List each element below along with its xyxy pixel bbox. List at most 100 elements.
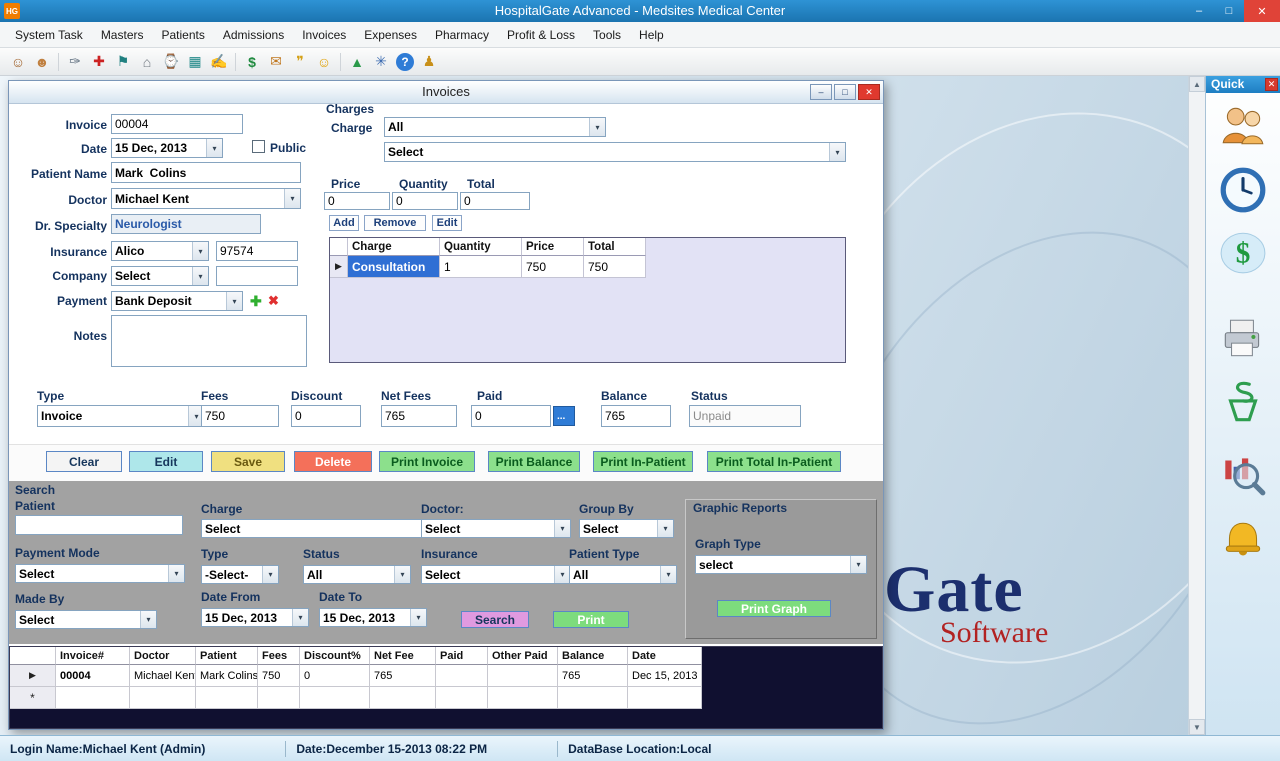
quantity-field[interactable] — [392, 192, 458, 210]
user-up-icon[interactable]: ♟ — [418, 51, 440, 73]
minimize-button[interactable]: – — [1184, 0, 1214, 22]
menu-admissions[interactable]: Admissions — [214, 24, 293, 46]
chevron-down-icon[interactable] — [206, 139, 222, 157]
col-net-fee[interactable]: Net Fee — [370, 647, 436, 665]
print-balance-button[interactable]: Print Balance — [488, 451, 580, 472]
quick-reminder-button[interactable] — [1218, 518, 1268, 568]
invoice-number-field[interactable] — [111, 114, 243, 134]
chevron-down-icon[interactable] — [192, 242, 208, 260]
payment-combobox[interactable]: Bank Deposit — [111, 291, 243, 311]
edit-button[interactable]: Edit — [129, 451, 203, 472]
chevron-down-icon[interactable] — [140, 611, 156, 628]
date-to-picker[interactable]: 15 Dec, 2013 — [319, 608, 427, 627]
date-from-picker[interactable]: 15 Dec, 2013 — [201, 608, 309, 627]
chevron-down-icon[interactable] — [850, 556, 866, 573]
patient-name-field[interactable] — [111, 162, 301, 183]
chevron-down-icon[interactable] — [410, 609, 426, 626]
clear-button[interactable]: Clear — [46, 451, 122, 472]
print-invoice-button[interactable]: Print Invoice — [379, 451, 475, 472]
imaging-icon[interactable]: ▦ — [184, 51, 206, 73]
patient-type-combobox[interactable]: All — [569, 565, 677, 584]
settings-icon[interactable]: ✳ — [370, 51, 392, 73]
clinic-icon[interactable]: ⌂ — [136, 51, 158, 73]
results-grid-row[interactable]: ▶ 00004 Michael Kent Mark Colins 750 0 7… — [10, 665, 882, 687]
search-charge-combobox[interactable]: Select — [201, 519, 443, 538]
patient-icon[interactable]: ☺ — [7, 51, 29, 73]
schedule-icon[interactable]: ⌚ — [160, 51, 182, 73]
chevron-down-icon[interactable] — [226, 292, 242, 310]
charges-col-total[interactable]: Total — [584, 238, 646, 256]
remove-charge-button[interactable]: Remove — [364, 215, 426, 231]
charge-total-field[interactable] — [460, 192, 530, 210]
chevron-down-icon[interactable] — [660, 566, 676, 583]
search-patient-field[interactable] — [15, 515, 183, 535]
charges-grid-row[interactable]: ▶ Consultation 1 750 750 — [330, 256, 845, 278]
print-graph-button[interactable]: Print Graph — [717, 600, 831, 617]
col-invoice[interactable]: Invoice# — [56, 647, 130, 665]
feedback-icon[interactable]: ☺ — [313, 51, 335, 73]
menu-help[interactable]: Help — [630, 24, 673, 46]
charges-col-price[interactable]: Price — [522, 238, 584, 256]
col-date[interactable]: Date — [628, 647, 702, 665]
results-grid-new-row[interactable]: * — [10, 687, 882, 709]
vertical-scrollbar[interactable]: ▲ ▼ — [1188, 76, 1205, 735]
chat-icon[interactable]: ❞ — [289, 51, 311, 73]
group-by-combobox[interactable]: Select — [579, 519, 674, 538]
prescription-icon[interactable]: ✑ — [64, 51, 86, 73]
chevron-down-icon[interactable] — [168, 565, 184, 582]
notes-field[interactable] — [111, 315, 307, 367]
maximize-button[interactable]: □ — [1214, 0, 1244, 22]
stats-icon[interactable]: ▲ — [346, 51, 368, 73]
first-aid-icon[interactable]: ✚ — [88, 51, 110, 73]
quick-billing-button[interactable]: $ — [1218, 228, 1268, 278]
col-balance[interactable]: Balance — [558, 647, 628, 665]
print-total-inpatient-button[interactable]: Print Total In-Patient — [707, 451, 841, 472]
scroll-up-icon[interactable]: ▲ — [1189, 76, 1205, 92]
charges-col-quantity[interactable]: Quantity — [440, 238, 522, 256]
search-doctor-combobox[interactable]: Select — [421, 519, 571, 538]
quick-users-button[interactable] — [1218, 101, 1268, 151]
menu-profit-loss[interactable]: Profit & Loss — [498, 24, 584, 46]
net-fees-field[interactable] — [381, 405, 457, 427]
staff-icon[interactable]: ☻ — [31, 51, 53, 73]
child-maximize-button[interactable]: □ — [834, 84, 856, 100]
delete-button[interactable]: Delete — [294, 451, 372, 472]
search-status-combobox[interactable]: All — [303, 565, 411, 584]
billing-icon[interactable]: $ — [241, 51, 263, 73]
col-doctor[interactable]: Doctor — [130, 647, 196, 665]
search-type-combobox[interactable]: -Select- — [201, 565, 279, 584]
remove-payment-icon[interactable]: ✖ — [268, 293, 279, 309]
menu-pharmacy[interactable]: Pharmacy — [426, 24, 498, 46]
fees-field[interactable] — [201, 405, 279, 427]
records-icon[interactable]: ✍ — [208, 51, 230, 73]
chevron-down-icon[interactable] — [292, 609, 308, 626]
col-other-paid[interactable]: Other Paid — [488, 647, 558, 665]
save-button[interactable]: Save — [211, 451, 285, 472]
doctor-combobox[interactable]: Michael Kent — [111, 188, 301, 209]
search-insurance-combobox[interactable]: Select — [421, 565, 571, 584]
type-combobox[interactable]: Invoice — [37, 405, 205, 427]
quick-printer-button[interactable] — [1218, 314, 1268, 364]
menu-system-task[interactable]: System Task — [6, 24, 92, 46]
invoice-date-picker[interactable]: 15 Dec, 2013 — [111, 138, 223, 158]
help-icon[interactable]: ? — [396, 53, 414, 71]
paid-more-button[interactable]: ... — [553, 406, 575, 426]
menu-tools[interactable]: Tools — [584, 24, 630, 46]
chevron-down-icon[interactable] — [554, 520, 570, 537]
menu-invoices[interactable]: Invoices — [293, 24, 355, 46]
quick-close-icon[interactable]: ✕ — [1265, 78, 1278, 91]
chevron-down-icon[interactable] — [262, 566, 278, 583]
child-close-button[interactable]: ✕ — [858, 84, 880, 100]
child-minimize-button[interactable]: – — [810, 84, 832, 100]
insurance-combobox[interactable]: Alico — [111, 241, 209, 261]
quick-clock-button[interactable] — [1218, 165, 1268, 215]
search-button[interactable]: Search — [461, 611, 529, 628]
col-paid[interactable]: Paid — [436, 647, 488, 665]
chevron-down-icon[interactable] — [284, 189, 300, 208]
chevron-down-icon[interactable] — [589, 118, 605, 136]
discount-field[interactable] — [291, 405, 361, 427]
mail-icon[interactable]: ✉ — [265, 51, 287, 73]
chevron-down-icon[interactable] — [192, 267, 208, 285]
chevron-down-icon[interactable] — [394, 566, 410, 583]
add-charge-button[interactable]: Add — [329, 215, 359, 231]
